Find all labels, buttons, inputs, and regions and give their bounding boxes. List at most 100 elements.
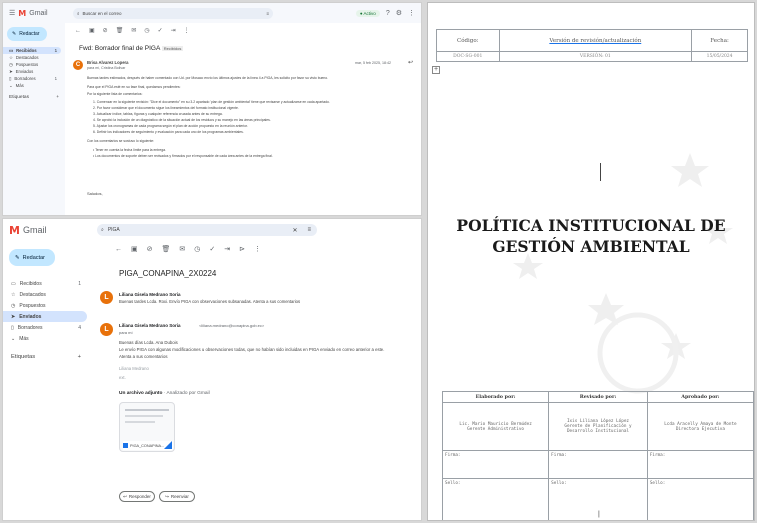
email-body-line: Buenas tardes estimados, después de habe… <box>87 76 329 80</box>
email-body-line: 1. Comenzar en la siguiente revisión: "D… <box>93 100 330 104</box>
sender-to[interactable]: para mí, Cristina Bolivar <box>87 66 125 70</box>
seal-cell[interactable]: Sello: <box>646 478 754 520</box>
sidebar-item-inbox[interactable]: ▭ Recibidos 1 <box>3 47 61 54</box>
email-body-line: Con los comentarios se sostuvo lo siguie… <box>87 139 155 143</box>
labels-heading-text: Etiquetas <box>9 95 30 100</box>
sidebar-item-snoozed[interactable]: ◷ Pospuestos <box>3 300 87 311</box>
back-arrow-icon[interactable]: ← <box>115 246 122 253</box>
snooze-icon[interactable]: ◷ <box>144 27 149 34</box>
add-label-icon[interactable]: + <box>78 354 81 360</box>
email-body-line: 3. Actualizar índice, tablas, figuras y … <box>93 112 223 116</box>
reply-icon[interactable]: ↩ <box>408 59 413 66</box>
draft-icon: ▯ <box>11 324 14 331</box>
sidebar: ✎ Redactar ▭ Recibidos 1 ☆ Destacados ◷ Posp… <box>3 23 65 215</box>
sidebar-item-snoozed[interactable]: ◷ Pospuestos <box>3 61 61 68</box>
star-icon: ☆ <box>11 291 16 298</box>
more-options-icon[interactable]: ⋮ <box>254 245 261 253</box>
message-toolbar: ← ▣ ⊘ 🗑 ✉ ◷ ✓ ⇥ ⊳ ⋮ <box>115 245 261 254</box>
attachments-heading: Un archivo adjunto · Analizado por Gmail <box>119 391 210 396</box>
approval-header-cell: Revisado por: <box>548 391 648 403</box>
labels-heading: Etiquetas + <box>3 354 87 360</box>
compose-button[interactable]: ✎ Redactar <box>7 27 47 41</box>
sidebar-item-sent[interactable]: ➤ Enviados <box>3 68 61 75</box>
settings-icon[interactable]: ⚙ <box>396 9 402 17</box>
sidebar-item-sent[interactable]: ➤ Enviados <box>3 311 87 322</box>
compose-label: Redactar <box>22 254 45 261</box>
add-label-icon[interactable]: + <box>56 95 59 100</box>
draft-icon: ▯ <box>9 75 12 81</box>
search-icon[interactable]: ⌕ <box>77 11 80 16</box>
archive-icon[interactable]: ▣ <box>89 27 95 34</box>
report-icon[interactable]: ⊘ <box>103 27 108 34</box>
sidebar-item-inbox[interactable]: ▭ Recibidos 1 <box>3 278 87 289</box>
delete-icon[interactable]: 🗑 <box>116 27 124 34</box>
more-options-icon[interactable]: ⋮ <box>184 27 190 34</box>
labels-heading: Etiquetas + <box>3 95 65 100</box>
status-badge[interactable]: ● Activo <box>355 9 380 17</box>
sidebar-item-drafts[interactable]: ▯ Borradores 1 <box>3 75 61 82</box>
clear-search-icon[interactable]: ✕ <box>292 227 297 234</box>
archive-icon[interactable]: ▣ <box>131 245 138 253</box>
email-subject-text: Fwd: Borrador final de PIGA <box>79 45 160 52</box>
labels-heading-text: Etiquetas <box>11 354 36 360</box>
document-title-line2: GESTIÓN AMBIENTAL <box>492 237 690 256</box>
attachment-filename: PIGA_CONAPINA... <box>130 443 165 448</box>
menu-icon[interactable]: ☰ <box>9 9 15 17</box>
sidebar-item-label: Pospuestos <box>15 62 39 67</box>
help-icon[interactable]: ? <box>386 10 390 17</box>
move-icon[interactable]: ⇥ <box>171 27 176 34</box>
task-icon[interactable]: ✓ <box>158 27 163 34</box>
reply-label: Responder <box>128 494 151 499</box>
signature-cell[interactable]: Firma: <box>646 450 754 479</box>
label-chip[interactable]: Recibidos <box>161 46 184 51</box>
sidebar-item-starred[interactable]: ☆ Destacados <box>3 54 61 61</box>
back-arrow-icon[interactable]: ← <box>75 28 81 34</box>
inbox-icon: ▭ <box>11 280 16 287</box>
signature-cell[interactable]: Firma: <box>441 450 550 479</box>
search-icon[interactable]: ⌕ <box>101 227 104 233</box>
search-options-icon[interactable]: ≡ <box>307 227 311 233</box>
sidebar-item-starred[interactable]: ☆ Destacados <box>3 289 87 300</box>
snooze-icon[interactable]: ◷ <box>194 245 200 253</box>
label-icon[interactable]: ⊳ <box>239 245 245 253</box>
email-body-line: 6. Definir los indicadores de seguimient… <box>93 130 244 134</box>
search-input[interactable]: ⌕ PIGA ✕ ≡ <box>97 224 317 236</box>
move-icon[interactable]: ⇥ <box>224 245 230 253</box>
message-snippet[interactable]: Buenas tardes Lcda. Roxi. Envío PIGA con… <box>119 299 300 304</box>
clock-icon: ◷ <box>11 302 16 309</box>
compose-button[interactable]: ✎ Redactar <box>9 249 55 266</box>
inbox-icon: ▭ <box>9 47 14 53</box>
mark-unread-icon[interactable]: ✉ <box>179 245 185 253</box>
email-body-line: 4. Se aprobó la inclusión de un diagnóst… <box>93 118 271 122</box>
table-move-handle-icon[interactable]: + <box>432 66 440 74</box>
gmail-app-name: Gmail <box>22 225 47 235</box>
gmail-logo[interactable]: ☰ M Gmail <box>9 9 61 18</box>
star-icon: ☆ <box>9 54 13 60</box>
approval-name-cell: Ixis Liliana López López Gerente de Plan… <box>548 402 648 451</box>
report-icon[interactable]: ⊘ <box>147 245 153 253</box>
email-body-line: Para que el PIGA esté en su fase final, … <box>87 85 181 89</box>
reply-button[interactable]: ↩ Responder <box>119 491 155 502</box>
task-icon[interactable]: ✓ <box>209 245 215 253</box>
watermark-star <box>671 153 709 187</box>
recipient-line[interactable]: para mí <box>119 330 133 335</box>
sidebar-item-more[interactable]: ⌄ Más <box>3 82 61 89</box>
search-input[interactable]: ⌕ Buscar en el correo ≡ <box>73 7 273 19</box>
apps-grid-icon[interactable]: ⋮ <box>408 9 415 17</box>
signature-cell[interactable]: Firma: <box>548 450 648 479</box>
gmail-logo[interactable]: M Gmail <box>9 224 75 237</box>
sidebar-item-label: Enviados <box>15 69 34 74</box>
attachment-card[interactable]: PIGA_CONAPINA... <box>119 402 175 452</box>
email-body-line: Por la siguiente lista de comentarios: <box>87 92 143 96</box>
seal-cell[interactable]: Sello: <box>441 478 550 520</box>
search-options-icon[interactable]: ≡ <box>266 11 269 16</box>
watermark-star <box>513 253 543 279</box>
preview-line <box>125 415 163 417</box>
sidebar-item-drafts[interactable]: ▯ Borradores 4 <box>3 322 87 333</box>
delete-icon[interactable]: 🗑 <box>162 245 171 253</box>
mark-unread-icon[interactable]: ✉ <box>131 27 136 34</box>
forward-button[interactable]: ↪ Reenviar <box>159 491 195 502</box>
approval-header-cell: Aprobado por: <box>646 391 754 403</box>
sender-name[interactable]: Liliana Gisela Medrano Soria <box>119 292 181 297</box>
sidebar-item-more[interactable]: ⌄ Más <box>3 333 87 344</box>
